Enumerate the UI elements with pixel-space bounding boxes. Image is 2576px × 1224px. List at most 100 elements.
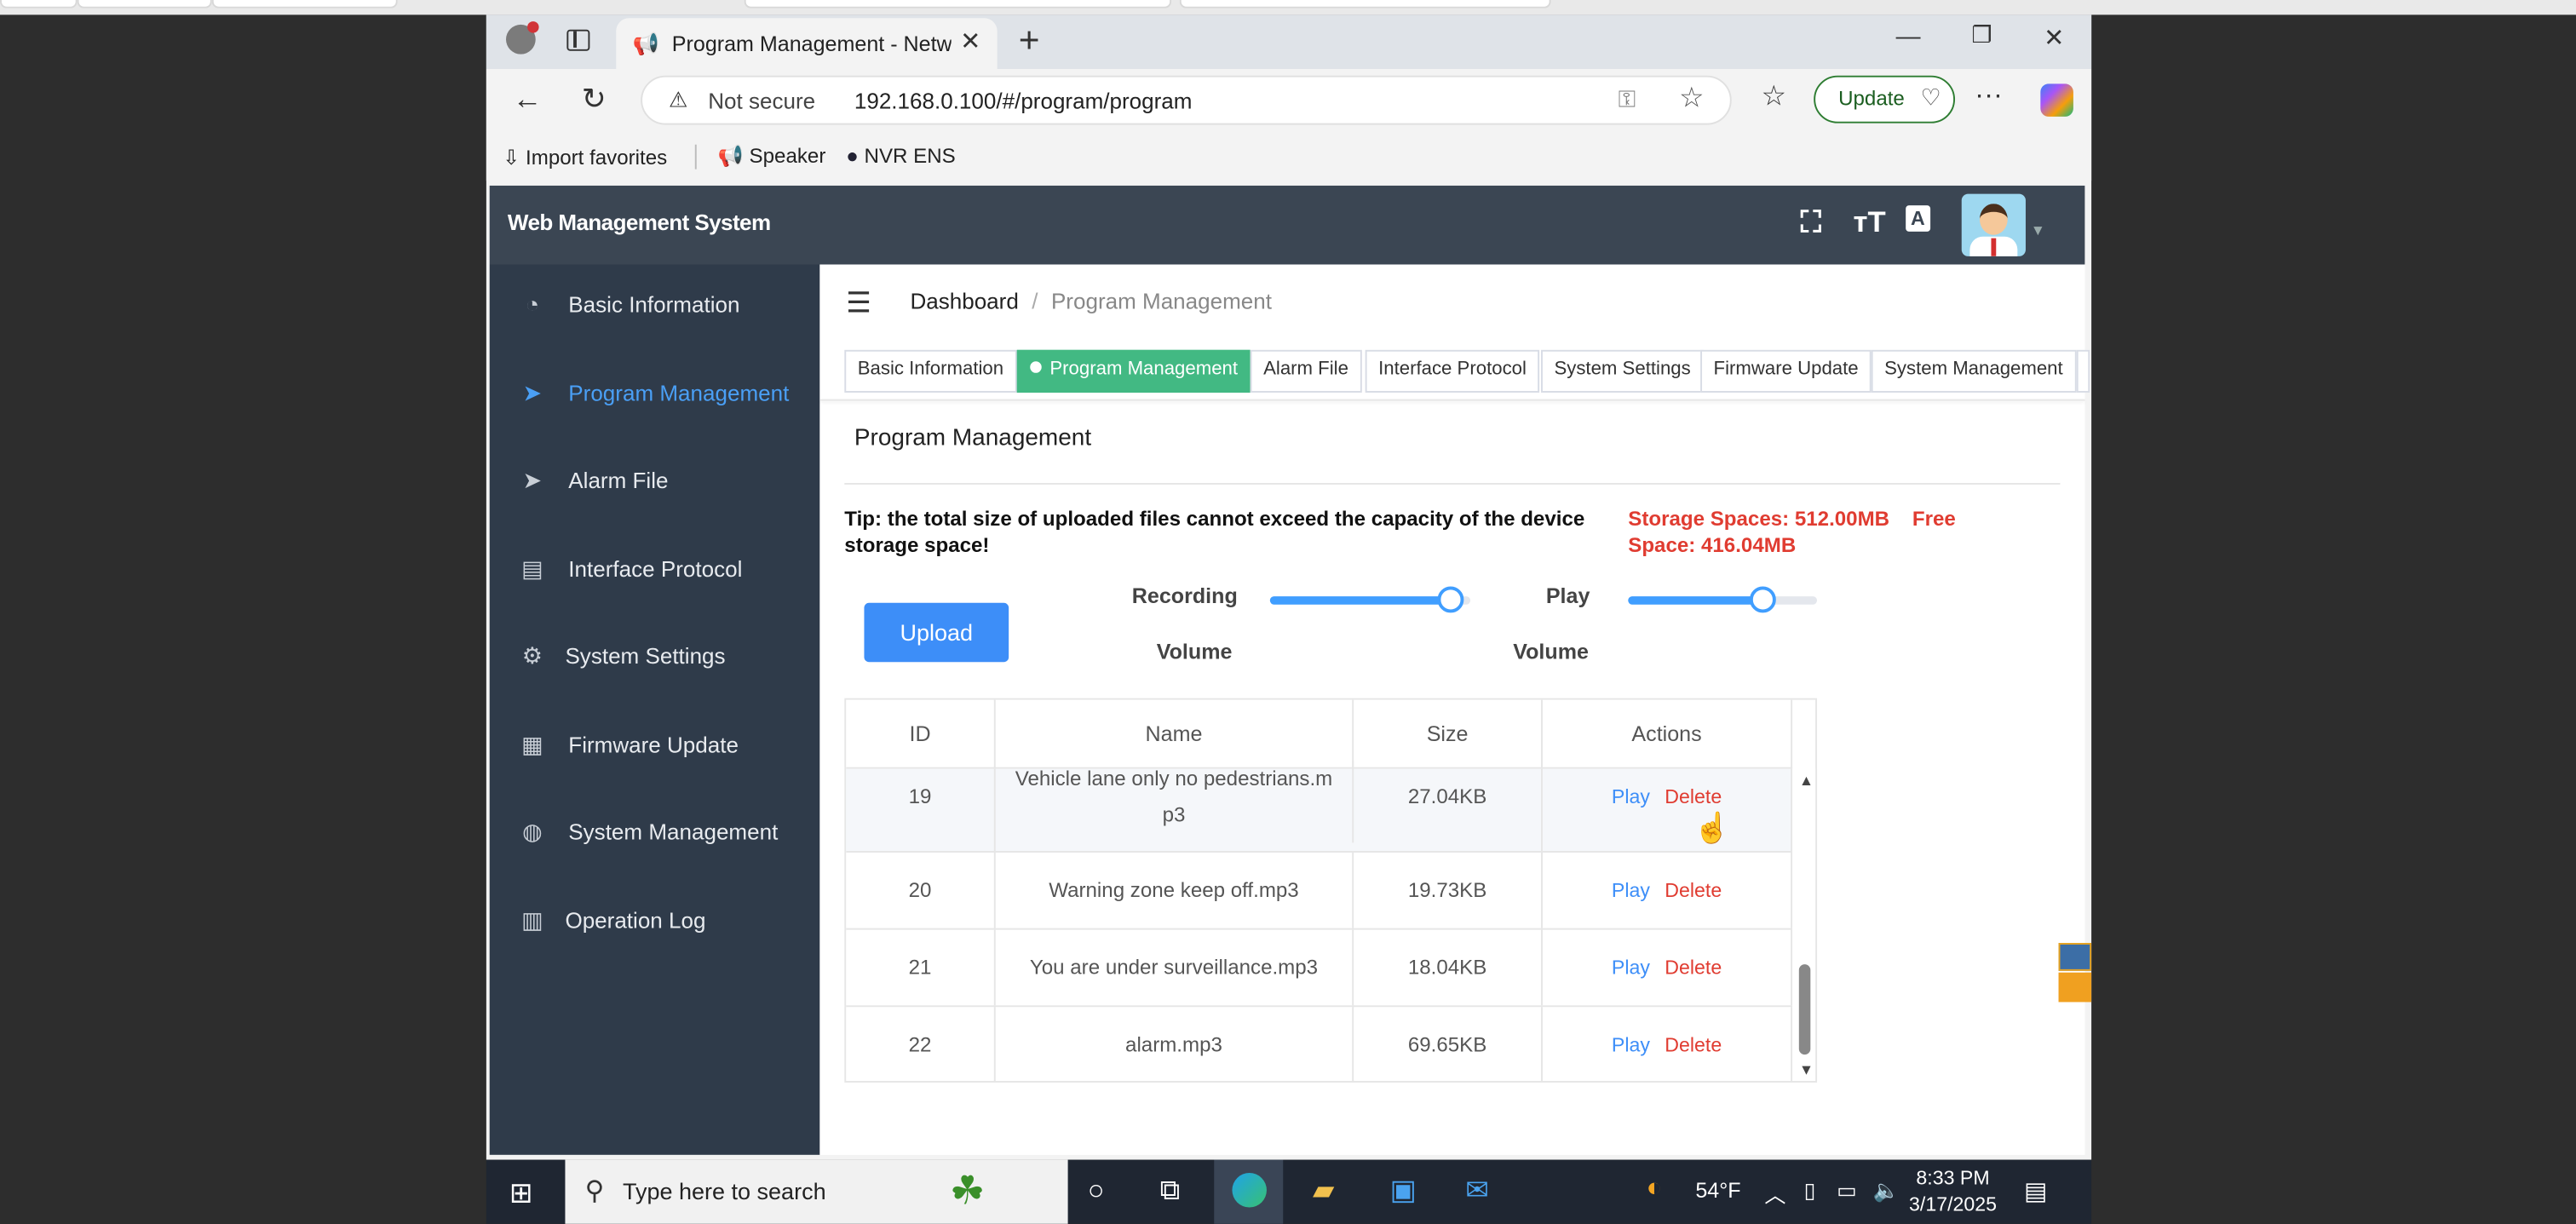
breadcrumb-current: Program Management xyxy=(1050,289,1273,314)
scroll-down-icon[interactable]: ▼ xyxy=(1799,1061,1814,1077)
sidebar-item-system-management[interactable]: ◍ System Management xyxy=(490,800,820,865)
table-scrollbar[interactable]: ▲ ▼ xyxy=(1792,768,1816,1082)
sidebar-item-alarm-file[interactable]: ➤ Alarm File xyxy=(490,449,820,514)
sidebar-item-interface-protocol[interactable]: ▤ Interface Protocol xyxy=(490,537,820,603)
scroll-thumb[interactable] xyxy=(1798,964,1811,1055)
favorite-star-icon[interactable]: ☆ xyxy=(1679,82,1704,115)
background-window-strip xyxy=(0,0,2576,15)
security-label: Not secure xyxy=(708,89,816,114)
notification-icon[interactable]: ▤ xyxy=(2024,1176,2047,1206)
delete-button[interactable]: Delete xyxy=(1665,1033,1722,1056)
more-icon[interactable]: ··· xyxy=(1975,79,2003,112)
send-icon: ➤ xyxy=(522,466,543,493)
close-tab-icon[interactable]: ✕ xyxy=(960,26,980,56)
restore-icon[interactable]: ❐ xyxy=(1971,21,1992,49)
close-window-icon[interactable]: ✕ xyxy=(2044,23,2064,53)
tag-program-management[interactable]: Program Management xyxy=(1016,349,1251,393)
play-button[interactable]: Play xyxy=(1612,1033,1650,1056)
recording-volume-slider[interactable] xyxy=(1269,586,1471,613)
delete-button[interactable]: Delete xyxy=(1665,879,1722,902)
copilot-icon[interactable] xyxy=(2040,83,2073,117)
chevron-down-icon[interactable]: ▼ xyxy=(2031,221,2045,238)
chevron-up-icon[interactable]: ︿ xyxy=(1764,1178,1785,1210)
program-table: ID Name Size Actions 19 Vehicle lane onl… xyxy=(844,698,1818,1083)
network-icon[interactable]: ▭ xyxy=(1837,1178,1857,1204)
sidebar: ◔ Basic Information ➤ Program Management ➤… xyxy=(489,264,820,1155)
tag-basic-information[interactable]: Basic Information xyxy=(844,349,1017,393)
sidebar-item-operation-log[interactable]: ▥ Operation Log xyxy=(490,888,820,954)
play-button[interactable]: Play xyxy=(1612,879,1650,902)
tag-alarm-file[interactable]: Alarm File xyxy=(1250,349,1362,393)
gear-icon: ⚙ xyxy=(521,642,543,669)
main-content: ☰ Dashboard / Program Management Basic Inf… xyxy=(819,264,2090,1155)
weather-temp[interactable]: 54°F xyxy=(1695,1178,1740,1203)
web-app: Web Management System ⛶ тT A ▼ ◔ Basic In… xyxy=(489,185,2090,1155)
task-view-icon[interactable]: ⧉ xyxy=(1160,1175,1180,1208)
tag-system-settings[interactable]: System Settings xyxy=(1541,349,1705,393)
translate-icon[interactable]: A xyxy=(1906,205,1930,232)
tab-bar: 📢 Program Management - Network ✕ + — ❐ ✕ xyxy=(486,14,2092,70)
gear-icon[interactable] xyxy=(2058,943,2092,971)
clock[interactable]: 8:33 PM 3/17/2025 xyxy=(1909,1164,1997,1217)
play-button[interactable]: Play xyxy=(1612,956,1650,979)
tag-overflow[interactable] xyxy=(2076,349,2090,393)
font-size-icon[interactable]: тT xyxy=(1853,205,1885,240)
device-icon[interactable]: ▯ xyxy=(1804,1178,1816,1204)
table-row: 22 alarm.mp3 69.65KB Play Delete xyxy=(846,1007,1793,1082)
fullscreen-icon[interactable]: ⛶ xyxy=(1801,205,1821,240)
edge-icon[interactable] xyxy=(1214,1159,1284,1224)
search-placeholder: Type here to search xyxy=(622,1177,826,1204)
scroll-up-icon[interactable]: ▲ xyxy=(1799,772,1814,788)
breadcrumb-root[interactable]: Dashboard xyxy=(910,289,1018,313)
tag-firmware-update[interactable]: Firmware Update xyxy=(1700,349,1872,393)
profile-icon[interactable] xyxy=(506,21,539,55)
play-volume-knob[interactable] xyxy=(1749,586,1776,613)
store-icon[interactable]: ▣ xyxy=(1390,1175,1417,1208)
weather-icon[interactable]: ◐ xyxy=(1646,1175,1662,1204)
floating-widget[interactable] xyxy=(2058,943,2092,1003)
windows-start-icon[interactable]: ⊞ xyxy=(509,1178,532,1211)
back-icon[interactable]: ← xyxy=(513,82,543,117)
browser-tab[interactable]: 📢 Program Management - Network ✕ xyxy=(616,18,998,70)
play-button[interactable]: Play xyxy=(1612,785,1650,808)
sidebar-item-program-management[interactable]: ➤ Program Management xyxy=(490,361,820,427)
cortana-icon[interactable]: ○ xyxy=(1088,1175,1105,1208)
refresh-icon[interactable]: ↻ xyxy=(582,82,607,117)
favorite-speaker[interactable]: 📢 Speaker xyxy=(718,145,826,170)
delete-button[interactable]: Delete xyxy=(1665,956,1722,979)
tag-system-management[interactable]: System Management xyxy=(1871,349,2077,393)
update-button[interactable]: Update ♡ xyxy=(1814,75,1956,124)
storage-info: Storage Spaces: 512.00MB Free Space: 416… xyxy=(1628,507,1956,557)
recording-volume-knob[interactable] xyxy=(1437,586,1463,613)
column-id: ID xyxy=(846,699,996,769)
page-title: Program Management xyxy=(854,425,1092,452)
volume-icon[interactable]: 🔈 xyxy=(1873,1178,1900,1204)
monitor-icon[interactable] xyxy=(2058,972,2092,1003)
new-tab-icon[interactable]: + xyxy=(1019,20,1040,62)
sidebar-item-firmware-update[interactable]: ▦ Firmware Update xyxy=(490,713,820,779)
menu-toggle-icon[interactable]: ☰ xyxy=(846,288,871,321)
heart-icon: ♡ xyxy=(1920,83,1941,111)
search-icon: ⚲ xyxy=(584,1177,605,1206)
favorite-nvr[interactable]: ● NVR ENS xyxy=(846,145,955,168)
mail-icon[interactable]: ✉ xyxy=(1465,1175,1488,1208)
tab-title: Program Management - Network xyxy=(671,31,952,56)
upload-button[interactable]: Upload xyxy=(864,602,1009,663)
globe-icon: ◍ xyxy=(522,818,543,845)
file-name: Vehicle lane only no pedestrians.m p3 xyxy=(996,760,1354,843)
file-explorer-icon[interactable]: ▰ xyxy=(1313,1175,1334,1208)
sidebar-item-basic-information[interactable]: ◔ Basic Information xyxy=(490,273,820,338)
favorite-import[interactable]: ⇩ Import favorites xyxy=(503,145,667,170)
tab-actions-icon[interactable] xyxy=(566,29,590,51)
play-volume-slider[interactable] xyxy=(1628,586,1818,613)
sidebar-item-system-settings[interactable]: ⚙ System Settings xyxy=(490,624,820,690)
hand-cursor-icon: ☝ xyxy=(1693,811,1731,845)
minimize-icon[interactable]: — xyxy=(1896,23,1921,51)
key-icon[interactable]: ⚿ xyxy=(1619,85,1636,113)
tag-interface-protocol[interactable]: Interface Protocol xyxy=(1365,349,1540,393)
avatar[interactable] xyxy=(1961,193,2026,256)
taskbar-search[interactable]: ⚲ Type here to search ☘ xyxy=(565,1159,1068,1224)
url-field[interactable]: ⚠ Not secure 192.168.0.100/#/program/pro… xyxy=(641,75,1732,125)
delete-button[interactable]: Delete xyxy=(1665,785,1722,808)
favorites-icon[interactable]: ☆ xyxy=(1761,81,1785,114)
